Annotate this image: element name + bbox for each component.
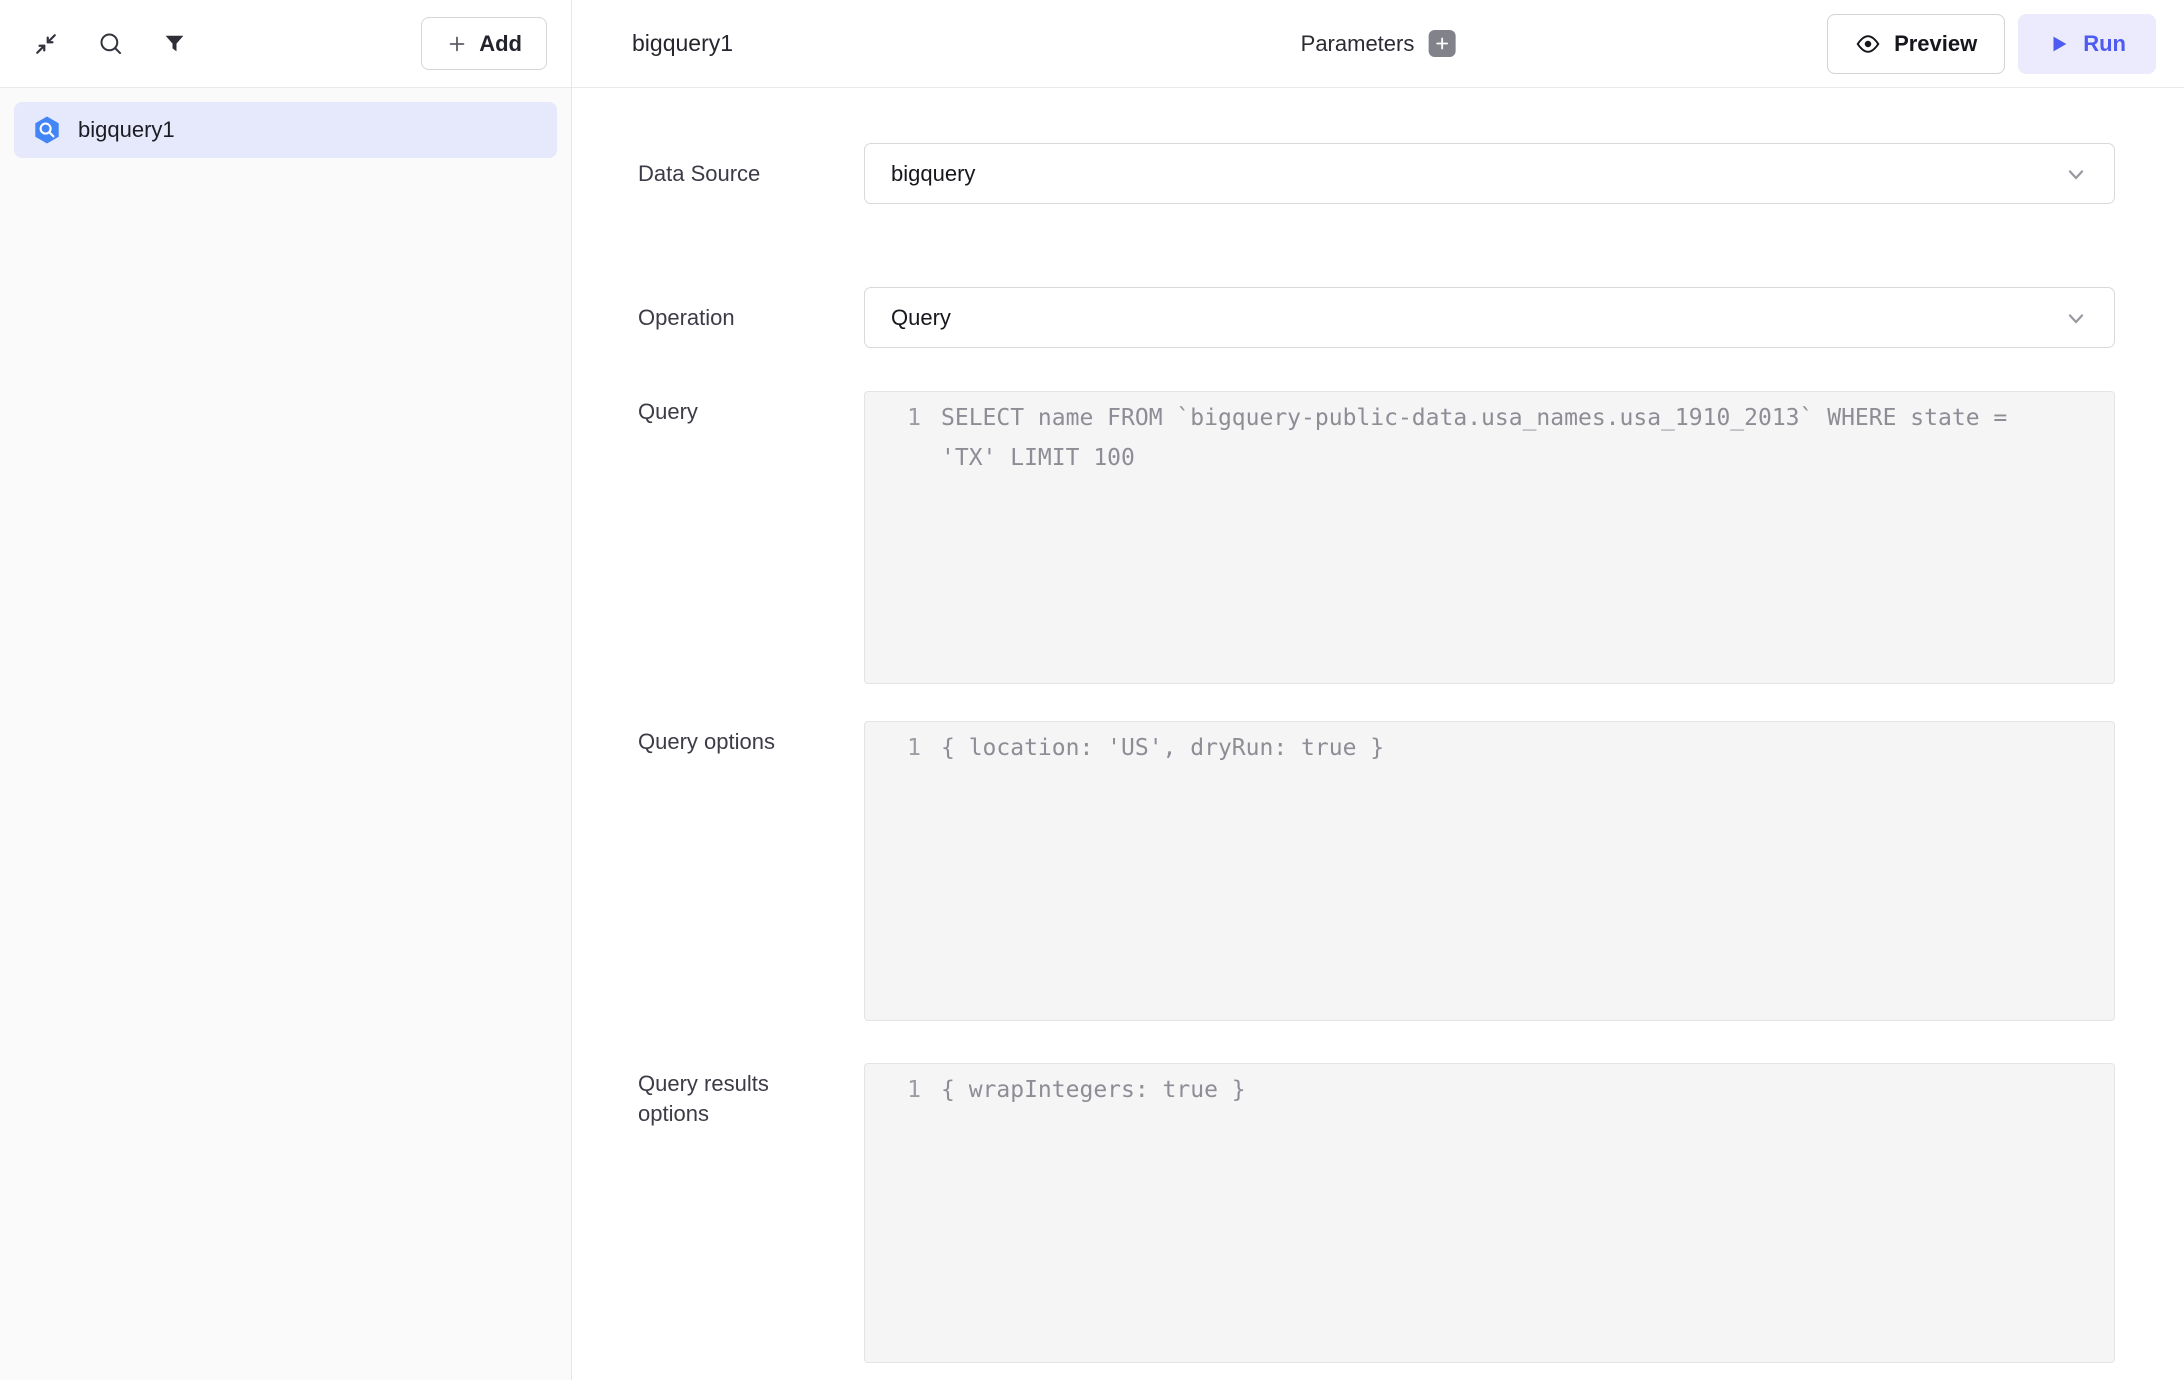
plus-icon	[446, 33, 468, 55]
add-query-label: Add	[479, 31, 522, 57]
query-label: Query	[638, 391, 864, 684]
add-query-button[interactable]: Add	[421, 17, 547, 70]
data-source-select[interactable]: bigquery	[864, 143, 2115, 204]
panel-toggle-button[interactable]	[26, 24, 66, 64]
bigquery-icon	[32, 115, 62, 145]
operation-row: Operation Query	[638, 287, 2115, 348]
chevron-down-icon	[2062, 304, 2090, 332]
query-options-label: Query options	[638, 721, 864, 1021]
eye-icon	[1855, 31, 1881, 57]
parameters-label: Parameters	[1301, 31, 1415, 57]
query-editor-panel: bigquery1 Parameters	[572, 0, 2184, 1380]
query-row: Query 1 SELECT name FROM `bigquery-publi…	[638, 391, 2115, 684]
preview-button-label: Preview	[1894, 31, 1977, 57]
search-button[interactable]	[90, 24, 130, 64]
query-results-options-row: Query results options 1 { wrapIntegers: …	[638, 1063, 2115, 1363]
run-button-label: Run	[2083, 31, 2126, 57]
query-sidebar: Add bigquery1	[0, 0, 572, 1380]
data-source-row: Data Source bigquery	[638, 143, 2115, 204]
line-number: 1	[865, 398, 921, 438]
add-parameter-button[interactable]	[1428, 30, 1455, 57]
add-parameter-plus-icon	[1433, 35, 1450, 52]
parameters-group: Parameters	[1301, 30, 1456, 57]
operation-select[interactable]: Query	[864, 287, 2115, 348]
data-source-value: bigquery	[891, 161, 975, 187]
editor-header: bigquery1 Parameters	[572, 0, 2184, 88]
play-icon	[2048, 33, 2070, 55]
operation-value: Query	[891, 305, 951, 331]
data-source-label: Data Source	[638, 159, 864, 189]
query-results-options-editor[interactable]: 1 { wrapIntegers: true }	[864, 1063, 2115, 1363]
query-code-editor[interactable]: 1 SELECT name FROM `bigquery-public-data…	[864, 391, 2115, 684]
header-actions: Preview Run	[1827, 14, 2156, 74]
page-title: bigquery1	[632, 30, 733, 57]
query-results-options-label: Query results options	[638, 1063, 864, 1363]
search-icon	[97, 30, 124, 57]
query-item-label: bigquery1	[78, 117, 175, 143]
chevron-down-icon	[2062, 160, 2090, 188]
query-options-editor[interactable]: 1 { location: 'US', dryRun: true }	[864, 721, 2115, 1021]
query-options-row: Query options 1 { location: 'US', dryRun…	[638, 721, 2115, 1021]
line-number: 1	[865, 1070, 921, 1110]
editor-form: Data Source bigquery Operation	[572, 88, 2184, 1380]
query-list: bigquery1	[0, 88, 571, 172]
filter-button[interactable]	[154, 24, 194, 64]
query-code-text: SELECT name FROM `bigquery-public-data.u…	[941, 398, 2114, 478]
query-options-code-text: { location: 'US', dryRun: true }	[941, 728, 2114, 768]
sidebar-toolbar: Add	[0, 0, 571, 88]
preview-button[interactable]: Preview	[1827, 14, 2005, 74]
operation-label: Operation	[638, 303, 864, 333]
app-container: Add bigquery1 bigquery1 Parameters	[0, 0, 2184, 1380]
query-results-options-code-text: { wrapIntegers: true }	[941, 1070, 2114, 1110]
run-button[interactable]: Run	[2018, 14, 2156, 74]
filter-icon	[162, 31, 187, 56]
panel-toggle-icon	[32, 30, 60, 58]
line-number: 1	[865, 728, 921, 768]
query-list-item-bigquery1[interactable]: bigquery1	[14, 102, 557, 158]
